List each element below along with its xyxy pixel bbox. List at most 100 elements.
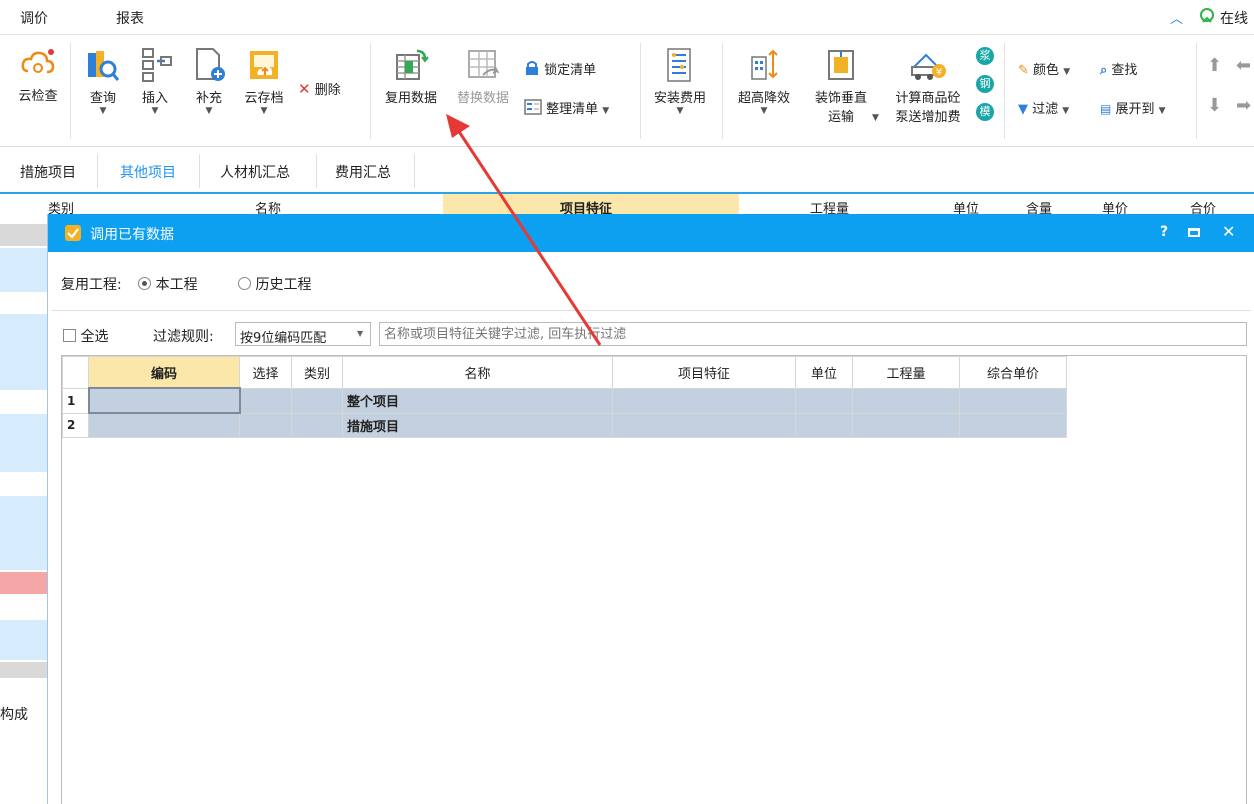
insert-icon	[137, 47, 173, 87]
cell-select[interactable]	[239, 412, 292, 438]
arrow-up-icon[interactable]: ⬆	[1207, 55, 1222, 76]
filter-rule-select[interactable]: 按9位编码匹配 ▼	[235, 322, 371, 346]
super-high-button[interactable]: 超高降效 ▼	[730, 47, 798, 116]
radio-dot[interactable]	[138, 277, 152, 290]
chevron-down-icon[interactable]: ▼	[1159, 106, 1166, 116]
radio-current-project[interactable]: 本工程	[138, 277, 202, 293]
dialog-title-bar[interactable]: 调用已有数据 ? ✕	[48, 214, 1254, 252]
delete-icon: ✕	[298, 80, 311, 98]
cell-category[interactable]	[291, 387, 343, 414]
table-row[interactable]: 2 措施项目	[62, 412, 1067, 438]
menu-item-report[interactable]: 报表	[116, 8, 144, 28]
cell-name[interactable]: 整个项目	[342, 387, 613, 414]
bg-row	[0, 248, 47, 292]
col-code[interactable]: 编码	[88, 356, 240, 389]
bg-left-label: 构成	[0, 707, 28, 723]
radio-history-project[interactable]: 历史工程	[238, 277, 312, 293]
super-high-icon	[746, 47, 782, 87]
cell-select[interactable]	[239, 387, 292, 414]
query-button[interactable]: 查询 ▼	[82, 47, 124, 116]
cell-code[interactable]	[88, 412, 240, 438]
arrow-down-icon[interactable]: ⬇	[1207, 95, 1222, 116]
cell-feature[interactable]	[612, 412, 796, 438]
query-icon	[86, 47, 120, 87]
lock-list-button[interactable]: 锁定清单	[524, 59, 624, 80]
cell-composite-price[interactable]	[959, 412, 1067, 438]
chevron-down-icon[interactable]: ▼	[730, 106, 798, 116]
cell-category[interactable]	[291, 412, 343, 438]
cell-quantity[interactable]	[852, 412, 960, 438]
chevron-down-icon[interactable]: ▼	[357, 329, 363, 338]
col-category[interactable]: 类别	[291, 356, 343, 389]
tab-labor-material-summary[interactable]: 人材机汇总	[220, 162, 290, 182]
cloud-save-button[interactable]: 云存档 ▼	[238, 47, 290, 116]
close-icon[interactable]: ✕	[1222, 222, 1235, 241]
find-button[interactable]: ⌕ 查找	[1100, 59, 1170, 78]
expand-icon: ▤	[1100, 102, 1112, 116]
select-all-checkbox[interactable]: 全选	[63, 326, 108, 346]
decor-vertical-transport-button[interactable]: 装饰垂直 运输	[806, 47, 876, 125]
col-unit[interactable]: 单位	[795, 356, 853, 389]
maximize-icon[interactable]	[1188, 228, 1200, 237]
cell-unit[interactable]	[795, 387, 853, 414]
color-icon: ✎	[1018, 63, 1029, 78]
insert-button[interactable]: 插入 ▼	[132, 47, 178, 116]
cell-code[interactable]	[87, 387, 241, 414]
organize-list-button[interactable]: 整理清单 ▼	[524, 98, 634, 119]
grid-header-row: 编码 选择 类别 名称 项目特征 单位 工程量 综合单价	[62, 356, 1067, 389]
ribbon-divider	[1004, 43, 1005, 139]
col-composite-price[interactable]: 综合单价	[959, 356, 1067, 389]
arrow-left-icon[interactable]: ⬅	[1236, 55, 1251, 76]
color-button[interactable]: ✎ 颜色 ▼	[1018, 59, 1098, 78]
radio-current-label: 本工程	[155, 277, 198, 293]
slurry-badge[interactable]: 浆	[976, 47, 994, 65]
dialog-title: 调用已有数据	[90, 227, 174, 243]
chevron-down-icon[interactable]: ▼	[186, 106, 232, 116]
expand-to-button[interactable]: ▤ 展开到 ▼	[1100, 98, 1192, 117]
collapse-ribbon-icon[interactable]: ︿	[1170, 8, 1183, 27]
menu-bar: 调价 报表 ︿ 在线	[0, 0, 1254, 35]
delete-button[interactable]: ✕ 删除	[298, 79, 358, 98]
tab-measures[interactable]: 措施项目	[20, 162, 76, 182]
filter-keyword-input[interactable]	[379, 322, 1247, 346]
chevron-down-icon[interactable]: ▼	[1062, 106, 1069, 116]
steel-badge[interactable]: 钢	[976, 75, 994, 93]
concrete-pump-fee-button[interactable]: ¥ 计算商品砼 泵送增加费	[886, 47, 970, 125]
chevron-down-icon[interactable]: ▼	[132, 106, 178, 116]
filter-button[interactable]: ▼ 过滤 ▼	[1018, 98, 1098, 117]
col-select[interactable]: 选择	[239, 356, 292, 389]
binoculars-icon: ⌕	[1100, 63, 1108, 78]
table-row[interactable]: 1 整个项目	[62, 387, 1067, 414]
cell-unit[interactable]	[795, 412, 853, 438]
tab-other-items[interactable]: 其他项目	[120, 162, 176, 182]
replace-data-button[interactable]: 替换数据	[450, 47, 516, 106]
reuse-data-button[interactable]: 复用数据	[378, 47, 444, 106]
chevron-down-icon[interactable]: ▼	[602, 106, 609, 116]
menu-item-adjust-price[interactable]: 调价	[20, 8, 48, 28]
cell-quantity[interactable]	[852, 387, 960, 414]
arrow-right-icon[interactable]: ➡	[1236, 95, 1251, 116]
supplement-button[interactable]: 补充 ▼	[186, 47, 232, 116]
install-fee-button[interactable]: 安装费用 ▼	[646, 47, 714, 116]
tab-bar: 措施项目 其他项目 人材机汇总 费用汇总	[0, 148, 1254, 194]
checkbox-box[interactable]	[63, 329, 76, 342]
chevron-down-icon[interactable]: ▼	[646, 106, 714, 116]
radio-dot[interactable]	[238, 277, 252, 290]
chevron-down-icon[interactable]: ▼	[872, 113, 879, 123]
col-feature[interactable]: 项目特征	[612, 356, 796, 389]
help-icon[interactable]: ?	[1160, 224, 1168, 240]
svg-text:¥: ¥	[936, 67, 942, 78]
lock-icon	[524, 60, 540, 80]
col-name[interactable]: 名称	[342, 356, 613, 389]
chevron-down-icon[interactable]: ▼	[238, 106, 290, 116]
bg-row	[0, 314, 47, 390]
chevron-down-icon[interactable]: ▼	[1063, 67, 1070, 77]
cell-name[interactable]: 措施项目	[342, 412, 613, 438]
cell-feature[interactable]	[612, 387, 796, 414]
cloud-check-button[interactable]: 云检查	[12, 47, 64, 104]
col-quantity[interactable]: 工程量	[852, 356, 960, 389]
formwork-badge[interactable]: 模	[976, 103, 994, 121]
tab-fee-summary[interactable]: 费用汇总	[335, 162, 391, 182]
chevron-down-icon[interactable]: ▼	[82, 106, 124, 116]
cell-composite-price[interactable]	[959, 387, 1067, 414]
